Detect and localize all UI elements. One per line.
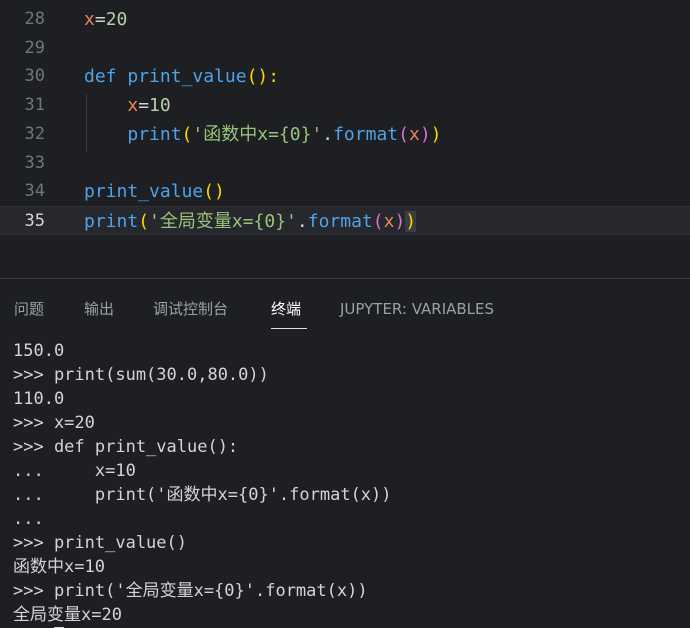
code-token: ( (138, 210, 150, 232)
code-token: = (138, 95, 150, 117)
code-line[interactable]: 31 x=10 (0, 91, 690, 120)
code-token: x (127, 95, 139, 117)
code-line[interactable]: 35 print('全局变量x={0}'.format(x)) (0, 205, 690, 236)
line-number: 35 (24, 210, 45, 231)
code-text: print('函数中x={0}'.format(x)) (84, 120, 442, 149)
panel-tabs: 问题 输出 调试控制台 终端 JUPYTER: VARIABLES (0, 279, 690, 335)
code-token: format (333, 123, 399, 145)
tab-terminal[interactable]: 终端 (271, 297, 301, 321)
line-number: 33 (24, 152, 45, 173)
terminal-output[interactable]: 150.0 >>> print(sum(30.0,80.0)) 110.0 >>> x… (13, 339, 683, 628)
terminal-line: >>> x=20 (13, 413, 95, 433)
code-token: x (383, 210, 395, 232)
code-token: ) (394, 210, 406, 232)
code-line[interactable]: 34 print_value() (0, 177, 690, 206)
code-token: . (296, 210, 308, 232)
code-token: ) (419, 123, 431, 145)
code-token: . (322, 123, 334, 145)
tab-debug-console[interactable]: 调试控制台 (153, 297, 228, 321)
bottom-panel: 问题 输出 调试控制台 终端 JUPYTER: VARIABLES 150.0 >… (0, 278, 690, 628)
code-token: x (408, 123, 420, 145)
code-text: print('全局变量x={0}'.format(x)) (84, 207, 417, 236)
code-token: ) (430, 123, 442, 145)
code-token: '函数中x={0}' (192, 123, 323, 145)
tab-problems[interactable]: 问题 (14, 297, 44, 321)
code-line[interactable]: 32 print('函数中x={0}'.format(x)) (0, 120, 690, 149)
code-token: '全局变量x={0}' (149, 210, 297, 232)
tab-jupyter-variables[interactable]: JUPYTER: VARIABLES (340, 297, 494, 321)
code-line[interactable]: 29 (0, 34, 690, 63)
code-token: = (94, 9, 106, 30)
code-token: ( (181, 123, 193, 145)
line-number: 30 (24, 66, 45, 87)
tab-output[interactable]: 输出 (84, 297, 114, 321)
code-token: print (127, 123, 182, 145)
terminal-line: 函数中x=10 (13, 557, 105, 577)
code-token: () (203, 181, 225, 203)
code-text: print_value() (84, 177, 225, 206)
line-number: 32 (24, 123, 45, 144)
code-token: ( (398, 123, 409, 145)
terminal-line: ... x=10 (13, 461, 136, 481)
terminal-line: >>> print(sum(30.0,80.0)) (13, 365, 269, 385)
code-line[interactable]: 30 def print_value(): (0, 62, 690, 91)
terminal-line: >>> print_value() (13, 533, 187, 553)
code-line[interactable]: 33 (0, 149, 690, 178)
line-number: 34 (24, 181, 45, 202)
code-token: (): (246, 66, 280, 88)
code-token: print (84, 210, 139, 232)
line-number: 28 (24, 9, 45, 29)
code-token: print_value (84, 181, 204, 203)
code-line[interactable]: 28 x=20 (0, 5, 690, 34)
code-token: print_value (127, 66, 247, 88)
terminal-line: >>> def print_value(): (13, 437, 239, 457)
code-token: def (84, 66, 128, 88)
terminal-line: ... print('函数中x={0}'.format(x)) (13, 485, 392, 505)
code-token: ) (405, 210, 417, 232)
code-token: x (84, 9, 95, 30)
code-token: ( (372, 210, 384, 232)
code-token: 20 (105, 9, 128, 30)
code-text: x=10 (84, 91, 171, 120)
terminal-line: ... (13, 509, 44, 529)
terminal-line: 110.0 (13, 389, 65, 409)
code-token: format (307, 210, 373, 232)
code-text: x=20 (84, 5, 127, 34)
line-number: 29 (24, 37, 45, 58)
active-tab-indicator (271, 328, 307, 329)
terminal-line: 150.0 (13, 341, 65, 361)
terminal-line: >>> print('全局变量x={0}'.format(x)) (13, 581, 368, 601)
terminal-line: 全局变量x=20 (13, 605, 122, 625)
line-number: 31 (24, 95, 45, 116)
code-text: def print_value(): (84, 62, 279, 91)
code-token: 10 (149, 95, 171, 117)
code-editor[interactable]: 28 x=20 29 30 def print_value(): 31 x=10 32 pr… (0, 0, 690, 278)
